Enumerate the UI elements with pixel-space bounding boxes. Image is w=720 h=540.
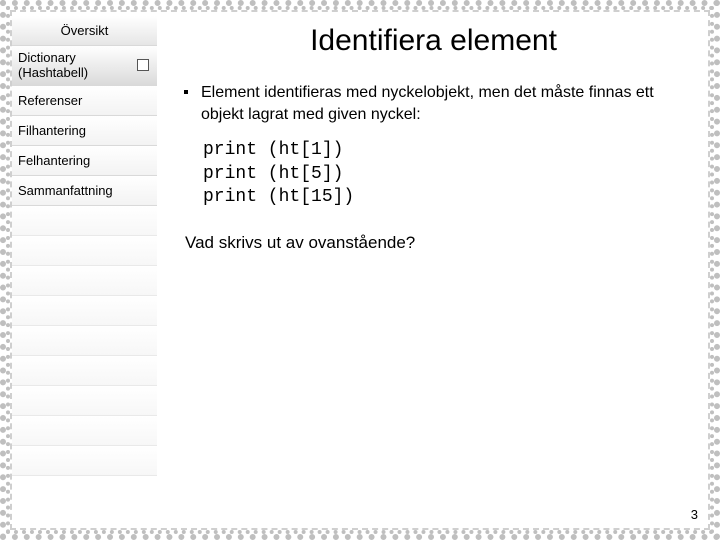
sidebar-item-label: Dictionary (Hashtabell) bbox=[18, 51, 88, 81]
bullet-item: Element identifieras med nyckelobjekt, m… bbox=[183, 82, 694, 125]
sidebar: Översikt Dictionary (Hashtabell) Referen… bbox=[12, 12, 157, 528]
sidebar-item-empty bbox=[12, 326, 157, 356]
main-panel: Identifiera element Element identifieras… bbox=[157, 12, 708, 528]
code-line: print (ht[5]) bbox=[203, 164, 343, 184]
code-line: print (ht[1]) bbox=[203, 140, 343, 160]
content-area: Översikt Dictionary (Hashtabell) Referen… bbox=[12, 12, 708, 528]
sidebar-item-label: Felhantering bbox=[18, 153, 90, 168]
slide: Översikt Dictionary (Hashtabell) Referen… bbox=[0, 0, 720, 540]
sidebar-item-sammanfattning[interactable]: Sammanfattning bbox=[12, 176, 157, 206]
sidebar-item-empty bbox=[12, 236, 157, 266]
question-text: Vad skrivs ut av ovanstående? bbox=[185, 233, 694, 253]
sidebar-header-label: Översikt bbox=[61, 23, 109, 38]
sidebar-item-felhantering[interactable]: Felhantering bbox=[12, 146, 157, 176]
sidebar-item-referenser[interactable]: Referenser bbox=[12, 86, 157, 116]
sidebar-item-empty bbox=[12, 446, 157, 476]
bullet-list: Element identifieras med nyckelobjekt, m… bbox=[183, 82, 694, 125]
code-line: print (ht[15]) bbox=[203, 187, 354, 207]
sidebar-item-empty bbox=[12, 416, 157, 446]
sidebar-item-filhantering[interactable]: Filhantering bbox=[12, 116, 157, 146]
sidebar-item-empty bbox=[12, 206, 157, 236]
sidebar-item-empty bbox=[12, 296, 157, 326]
sidebar-item-label: Sammanfattning bbox=[18, 183, 113, 198]
page-number: 3 bbox=[691, 507, 698, 522]
bullet-icon bbox=[183, 82, 189, 125]
sidebar-item-empty bbox=[12, 356, 157, 386]
sidebar-header: Översikt bbox=[12, 16, 157, 46]
code-block: print (ht[1]) print (ht[5]) print (ht[15… bbox=[203, 139, 694, 209]
page-title: Identifiera element bbox=[173, 24, 694, 58]
sidebar-item-label: Referenser bbox=[18, 93, 82, 108]
sidebar-item-label: Filhantering bbox=[18, 123, 86, 138]
sidebar-item-empty bbox=[12, 266, 157, 296]
sidebar-item-dictionary[interactable]: Dictionary (Hashtabell) bbox=[12, 46, 157, 86]
sidebar-item-empty bbox=[12, 386, 157, 416]
bullet-text: Element identifieras med nyckelobjekt, m… bbox=[201, 82, 694, 125]
